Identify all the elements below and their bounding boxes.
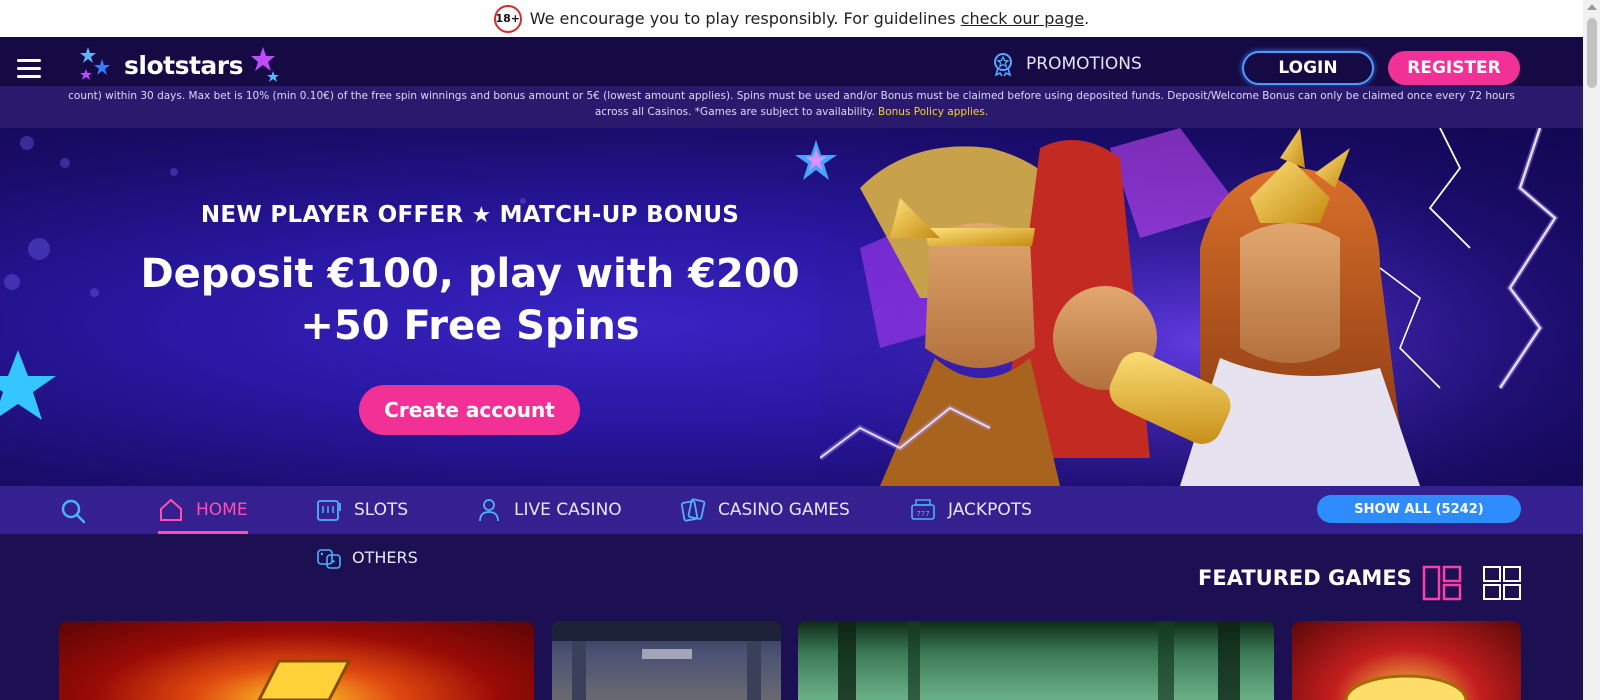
show-all-button[interactable]: SHOW ALL (5242) <box>1317 495 1521 523</box>
star-separator-icon: ★ <box>471 203 492 228</box>
hero-title: Deposit €100, play with €200 +50 Free Sp… <box>140 251 800 349</box>
game-thumbnail[interactable] <box>798 621 1274 700</box>
logo-text: slotstars <box>124 50 244 80</box>
scroll-up-arrow-icon[interactable] <box>1587 4 1597 10</box>
bonus-policy-link[interactable]: Bonus Policy applies. <box>878 106 988 118</box>
nav-item-jackpots[interactable]: 777 JACKPOTS <box>910 486 1032 534</box>
featured-layout-icon[interactable] <box>1422 565 1462 601</box>
award-icon <box>994 53 1012 77</box>
golden-seven-artwork <box>257 659 352 700</box>
game-thumbnail[interactable] <box>1292 621 1521 700</box>
register-button[interactable]: REGISTER <box>1388 51 1520 85</box>
scroll-thumb[interactable] <box>1587 18 1597 88</box>
bokeh-dot <box>20 136 34 150</box>
nav-item-slots[interactable]: SLOTS <box>316 486 408 534</box>
nav-label: SLOTS <box>354 500 409 520</box>
temple-hall-artwork <box>552 621 781 700</box>
hero-artwork <box>820 128 1583 486</box>
game-thumbnail[interactable] <box>552 621 781 700</box>
home-icon <box>160 498 182 521</box>
hero-banner: NEW PLAYER OFFER ★ MATCH-UP BONUS Deposit … <box>0 128 1583 486</box>
terms-text: count) within 30 days. Max bet is 10% (m… <box>68 90 1515 118</box>
jackpot-icon: 777 <box>911 499 935 520</box>
grid-layout-icon[interactable] <box>1482 565 1522 601</box>
guidelines-link[interactable]: check our page <box>961 9 1084 28</box>
gold-artwork <box>1344 674 1468 700</box>
nav-label: LIVE CASINO <box>514 500 622 520</box>
responsible-gaming-bar: 18+ We encourage you to play responsibly… <box>0 0 1583 37</box>
nav-item-casino-games[interactable]: CASINO GAMES <box>680 486 850 534</box>
logo-star-right-icon <box>251 47 279 82</box>
age-18-badge: 18+ <box>493 4 522 33</box>
nav-label: HOME <box>196 500 248 520</box>
page-scrollbar[interactable] <box>1583 0 1600 700</box>
promotions-link[interactable]: PROMOTIONS <box>990 51 1142 77</box>
bokeh-dot <box>170 168 178 176</box>
nav-item-others[interactable]: OTHERS <box>316 540 418 574</box>
responsible-text: We encourage you to play responsibly. Fo… <box>529 9 1090 28</box>
promotions-label: PROMOTIONS <box>1026 54 1142 74</box>
search-icon[interactable] <box>60 498 86 524</box>
forest-artwork <box>838 621 1240 700</box>
bonus-terms: count) within 30 days. Max bet is 10% (m… <box>0 86 1583 128</box>
login-button[interactable]: LOGIN <box>1242 51 1374 85</box>
dice-icon <box>317 549 341 569</box>
person-icon <box>479 499 499 522</box>
nav-item-live-casino[interactable]: LIVE CASINO <box>476 486 622 534</box>
create-account-button[interactable]: Create account <box>359 385 580 435</box>
cards-icon <box>680 498 706 522</box>
site-header: slotstars PROMOTIONS LOGIN REGISTER <box>0 37 1583 93</box>
decor-star-icon <box>0 350 56 420</box>
featured-games-heading: FEATURED GAMES <box>1198 566 1412 590</box>
nav-label: OTHERS <box>352 547 418 567</box>
nav-label: CASINO GAMES <box>718 500 850 520</box>
nav-label: JACKPOTS <box>948 500 1032 520</box>
bokeh-dot <box>60 158 70 168</box>
game-thumbnail[interactable] <box>59 621 534 700</box>
site-logo[interactable]: slotstars <box>78 45 283 85</box>
menu-icon[interactable] <box>17 59 41 78</box>
hero-subtitle: NEW PLAYER OFFER ★ MATCH-UP BONUS <box>200 202 740 228</box>
slot-machine-icon <box>317 500 341 521</box>
svg-text:777: 777 <box>916 510 929 518</box>
logo-stars-icon <box>80 47 110 80</box>
nav-item-home[interactable]: HOME <box>158 486 248 534</box>
category-nav: HOME SLOTS LIVE CASINO CASINO GAMES 777 <box>0 486 1583 534</box>
